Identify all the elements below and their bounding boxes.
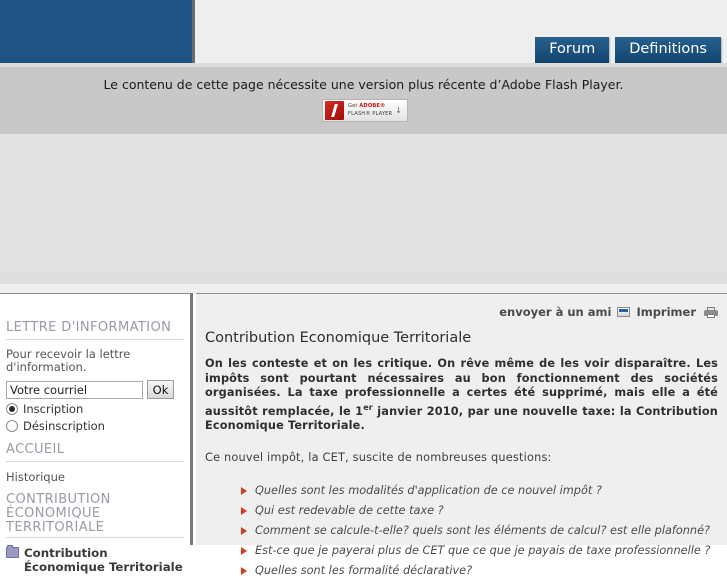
list-item-label: Est-ce que je payerai plus de CET que ce… bbox=[255, 544, 711, 558]
arrow-bullet-icon bbox=[241, 507, 247, 516]
list-item[interactable]: Comment se calcule-t-elle? quels sont le… bbox=[241, 523, 718, 539]
list-item-label: Quelles sont les formalité déclarative? bbox=[255, 564, 473, 578]
newsletter-form: Ok bbox=[6, 380, 184, 399]
site-header: Forum Definitions bbox=[0, 0, 727, 67]
content-tools: envoyer à un ami Imprimer bbox=[205, 294, 718, 319]
flash-badge-adobe-label: ADOBE® bbox=[359, 103, 386, 109]
flash-logo-icon bbox=[325, 101, 344, 120]
radio-desinscription-label: Désinscription bbox=[23, 419, 105, 433]
radio-inscription-label: Inscription bbox=[23, 402, 84, 416]
list-item-label: Qui est redevable de cette taxe ? bbox=[255, 504, 444, 518]
flash-content-placeholder bbox=[0, 134, 727, 271]
sidebar-item-contribution-economique-territoriale[interactable]: Contribution Économique Territoriale bbox=[6, 545, 184, 574]
content-lead-ordinal: er bbox=[363, 402, 373, 412]
printer-icon[interactable] bbox=[704, 306, 718, 318]
list-item-label: Comment se calcule-t-elle? quels sont le… bbox=[255, 524, 711, 538]
panel-bottom-strip bbox=[0, 271, 727, 284]
newsletter-option-desinscription[interactable]: Désinscription bbox=[6, 419, 184, 433]
content-lead-paragraph: On les conteste et on les critique. On r… bbox=[205, 357, 718, 433]
print-label[interactable]: Imprimer bbox=[636, 305, 696, 319]
mail-icon[interactable] bbox=[617, 307, 631, 317]
flash-notice-message: Le contenu de cette page nécessite une v… bbox=[103, 77, 624, 92]
list-item[interactable]: Quelles sont les modalités d'application… bbox=[241, 483, 718, 499]
newsletter-email-input[interactable] bbox=[6, 380, 143, 399]
arrow-bullet-icon bbox=[241, 487, 247, 496]
header-right-area: Forum Definitions bbox=[199, 0, 727, 63]
arrow-bullet-icon bbox=[241, 567, 247, 576]
panel-gap bbox=[0, 284, 727, 293]
newsletter-ok-button[interactable]: Ok bbox=[147, 380, 174, 399]
sidebar: LETTRE D'INFORMATION Pour recevoir la le… bbox=[0, 293, 193, 574]
arrow-bullet-icon bbox=[241, 547, 247, 556]
nav-button-forum[interactable]: Forum bbox=[535, 37, 610, 63]
download-arrow-icon: ↓ bbox=[395, 105, 402, 115]
sidebar-heading-cet: CONTRIBUTION ÉCONOMIQUE TERRITORIALE bbox=[6, 493, 184, 538]
list-item[interactable]: Est-ce que je payerai plus de CET que ce… bbox=[241, 543, 718, 559]
page-title: Contribution Economique Territoriale bbox=[205, 330, 472, 346]
printer-icon-output bbox=[707, 313, 715, 318]
list-item-label: Quelles sont les modalités d'application… bbox=[255, 484, 602, 498]
site-logo-banner[interactable] bbox=[0, 0, 195, 63]
newsletter-note: Pour recevoir la lettre d'information. bbox=[6, 347, 131, 374]
radio-inscription-icon[interactable] bbox=[6, 403, 18, 415]
list-item[interactable]: Qui est redevable de cette taxe ? bbox=[241, 503, 718, 519]
arrow-bullet-icon bbox=[241, 527, 247, 536]
sidebar-item-label: Contribution Économique Territoriale bbox=[24, 546, 183, 574]
sidebar-heading-newsletter: LETTRE D'INFORMATION bbox=[6, 320, 184, 340]
content-subtitle: Ce nouvel impôt, la CET, suscite de nomb… bbox=[205, 451, 552, 465]
question-list: Quelles sont les modalités d'application… bbox=[205, 483, 718, 579]
page-root: Forum Definitions Le contenu de cette pa… bbox=[0, 0, 727, 577]
sidebar-heading-accueil: ACCUEIL bbox=[6, 442, 184, 462]
list-item[interactable]: Quelles sont les formalité déclarative? bbox=[241, 563, 718, 579]
send-to-friend-label[interactable]: envoyer à un ami bbox=[499, 305, 611, 319]
get-flash-player-badge[interactable]: Get ADOBE® FLASH® PLAYER ↓ bbox=[322, 99, 408, 122]
content-panel: envoyer à un ami Imprimer Contribution E… bbox=[196, 293, 727, 577]
flash-badge-player-label: FLASH® PLAYER bbox=[348, 110, 393, 117]
header-nav: Forum Definitions bbox=[535, 37, 721, 63]
sidebar-inner: LETTRE D'INFORMATION Pour recevoir la le… bbox=[0, 320, 190, 574]
folder-icon bbox=[6, 545, 19, 558]
flash-badge-text: Get ADOBE® FLASH® PLAYER bbox=[348, 103, 392, 118]
sidebar-link-historique[interactable]: Historique bbox=[6, 470, 184, 484]
flash-badge-get-label: Get bbox=[348, 103, 360, 109]
radio-desinscription-icon[interactable] bbox=[6, 420, 18, 432]
newsletter-option-inscription[interactable]: Inscription bbox=[6, 402, 184, 416]
nav-button-definitions[interactable]: Definitions bbox=[615, 37, 721, 63]
main-body: LETTRE D'INFORMATION Pour recevoir la le… bbox=[0, 293, 727, 577]
